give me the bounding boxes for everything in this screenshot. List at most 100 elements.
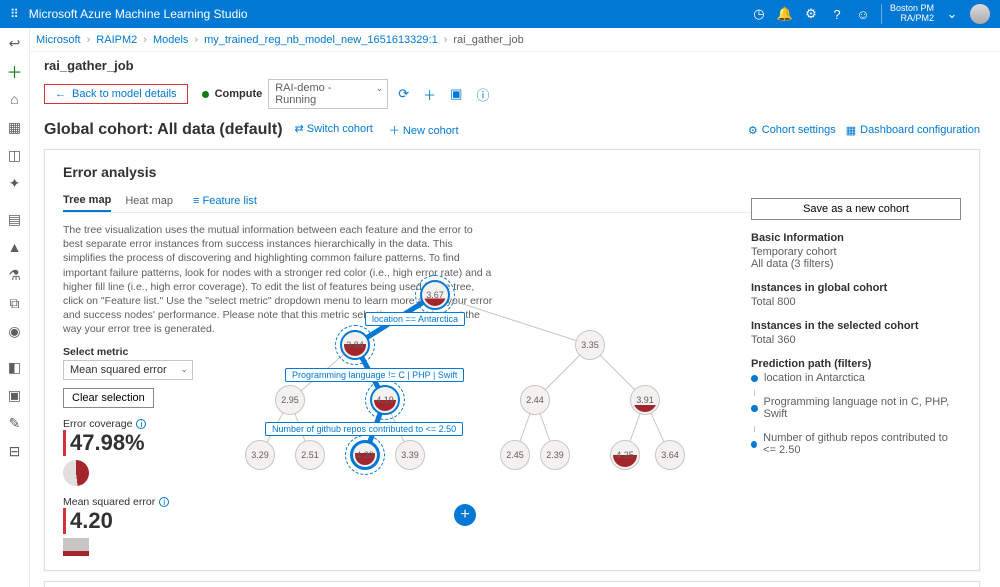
add-icon[interactable]: ＋ [6,62,24,80]
tree-node[interactable]: 3.29 [245,440,275,470]
back-icon[interactable]: ↩ [6,34,24,52]
workspace-switcher[interactable]: Boston PM RA/PM2 [881,4,934,24]
feedback-icon[interactable]: ☺ [855,6,871,22]
basic-info-line: Temporary cohort [751,246,961,258]
tree-node[interactable]: 3.39 [395,440,425,470]
metric-select[interactable]: Mean squared error ⌄ [63,360,193,380]
tree-node[interactable]: 3.84 [340,330,370,360]
info-icon[interactable]: i [159,497,169,507]
breadcrumb-item[interactable]: RAIPM2 [96,34,137,46]
dashboard-config-button[interactable]: ▦ Dashboard configuration [846,124,980,137]
breadcrumb-item[interactable]: Models [153,34,188,46]
cohort-settings-button[interactable]: ⚙ Cohort settings [748,124,836,137]
main-content: rai_gather_job ← Back to model details C… [30,52,994,587]
mse-value: 4.20 [63,508,961,534]
tree-node[interactable]: 2.45 [500,440,530,470]
breadcrumb-item[interactable]: my_trained_reg_nb_model_new_1651613329:1 [204,34,438,46]
breadcrumb-current: rai_gather_job [453,34,523,46]
waffle-icon[interactable]: ⠿ [10,7,19,21]
pipelines-icon[interactable]: ⧉ [6,294,24,312]
mse-label: Mean squared error [63,496,155,508]
refresh-icon[interactable]: ⟳ [394,86,413,102]
models-icon[interactable]: ◧ [6,358,24,376]
jobs-icon[interactable]: ▲ [6,238,24,256]
automl-icon[interactable]: ◫ [6,146,24,164]
global-cohort-title: Instances in global cohort [751,282,961,294]
product-title: Microsoft Azure Machine Learning Studio [29,7,248,21]
coverage-label: Error coverage [63,418,132,430]
avatar[interactable] [970,4,990,24]
help-icon[interactable]: ? [829,6,845,22]
clock-icon[interactable]: ◷ [751,6,767,22]
path-item: Programming language not in C, PHP, Swif… [751,396,961,420]
tree-node[interactable]: 3.67 [420,280,450,310]
datastores-icon[interactable]: ⊟ [6,442,24,460]
prediction-path-title: Prediction path (filters) [751,358,961,370]
cohort-title: Global cohort: All data (default) [44,121,283,139]
tree-node[interactable]: 3.64 [655,440,685,470]
home-icon[interactable]: ⌂ [6,90,24,108]
info-icon[interactable]: i [136,419,146,429]
tree-node[interactable]: 2.39 [540,440,570,470]
basic-info-line: All data (3 filters) [751,258,961,270]
new-cohort-button[interactable]: ＋ New cohort [383,122,465,138]
split-label: Programming language != C | PHP | Swift [285,368,464,382]
status-dot [202,91,209,98]
info-icon[interactable]: ⓘ [472,85,493,104]
chevron-down-icon: ⌄ [180,364,188,375]
compute-label: Compute [215,88,263,100]
tree-node[interactable]: 3.35 [575,330,605,360]
clear-selection-button[interactable]: Clear selection [63,388,154,408]
path-item: Number of github repos contributed to <=… [751,432,961,456]
plus-icon[interactable]: ＋ [419,85,440,104]
error-tree[interactable]: 3.67 3.84 3.35 2.95 4.19 2.44 3.91 3.29 … [225,280,705,500]
environments-icon[interactable]: ◉ [6,322,24,340]
tree-node[interactable]: 3.91 [630,385,660,415]
global-cohort-value: Total 800 [751,296,961,308]
compute-icon[interactable]: ✎ [6,414,24,432]
save-cohort-button[interactable]: Save as a new cohort [751,198,961,220]
split-label: Number of github repos contributed to <=… [265,422,463,436]
data-icon[interactable]: ▤ [6,210,24,228]
chevron-down-icon[interactable]: ⌄ [944,6,960,22]
tree-node-selected[interactable]: 4.20 [350,440,380,470]
tree-node[interactable]: 2.95 [275,385,305,415]
left-nav: ↩ ＋ ⌂ ▦ ◫ ✦ ▤ ▲ ⚗ ⧉ ◉ ◧ ▣ ✎ ⊟ [0,28,30,587]
chevron-down-icon: ⌄ [376,83,384,94]
designer-icon[interactable]: ✦ [6,174,24,192]
path-item: location in Antarctica [751,372,961,384]
selected-cohort-title: Instances in the selected cohort [751,320,961,332]
tree-node[interactable]: 2.51 [295,440,325,470]
tab-heat-map[interactable]: Heat map [125,191,173,211]
tree-node[interactable]: 4.25 [610,440,640,470]
back-to-model-button[interactable]: ← Back to model details [44,84,188,104]
compute-value: RAI-demo - Running [275,82,331,106]
switch-cohort-button[interactable]: ⇄ Switch cohort [289,122,379,138]
coverage-pie [63,460,89,486]
feature-list-link[interactable]: ≡ Feature list [193,195,257,207]
gear-icon[interactable]: ⚙ [803,6,819,22]
add-node-button[interactable]: + [454,504,476,526]
arrow-left-icon: ← [55,88,66,100]
breadcrumb: Microsoft› RAIPM2› Models› my_trained_re… [0,28,1000,52]
job-title: rai_gather_job [44,58,980,73]
tab-tree-map[interactable]: Tree map [63,190,111,212]
breadcrumb-item[interactable]: Microsoft [36,34,81,46]
model-overview-card: Model overview [44,581,980,587]
topbar: ⠿ Microsoft Azure Machine Learning Studi… [0,0,1000,28]
basic-info-title: Basic Information [751,232,961,244]
tree-node[interactable]: 2.44 [520,385,550,415]
components-icon[interactable]: ⚗ [6,266,24,284]
endpoints-icon[interactable]: ▣ [6,386,24,404]
error-analysis-heading: Error analysis [63,164,961,180]
mse-bar [63,538,89,556]
workspace-sub: RA/PM2 [890,14,934,24]
split-label: location == Antarctica [365,312,465,326]
compute-select[interactable]: RAI-demo - Running ⌄ [268,79,388,109]
tree-node[interactable]: 4.19 [370,385,400,415]
bell-icon[interactable]: 🔔 [777,6,793,22]
notebooks-icon[interactable]: ▦ [6,118,24,136]
stop-icon[interactable]: ▣ [446,86,466,102]
selected-cohort-value: Total 360 [751,334,961,346]
cohort-side-panel: Save as a new cohort Basic Information T… [751,198,961,468]
